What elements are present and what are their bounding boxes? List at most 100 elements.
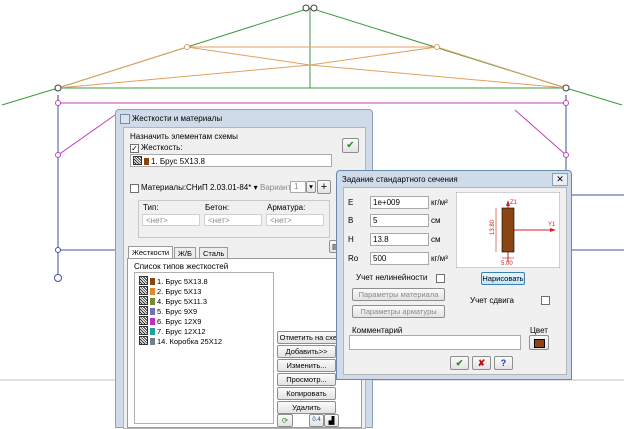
- hatch-icon: [139, 296, 148, 305]
- dialog-titlebar[interactable]: Жесткости и материалы: [116, 110, 372, 126]
- H-input[interactable]: 13.8: [370, 233, 429, 246]
- edit-button[interactable]: Изменить...: [277, 359, 336, 372]
- B-label: B: [348, 216, 354, 225]
- y-axis-label: Y1: [548, 222, 556, 228]
- Ro-unit: кг/м³: [431, 254, 448, 263]
- list-item-label: 2. Брус 5Х13: [157, 287, 202, 296]
- refresh-icon[interactable]: ⟳: [277, 414, 293, 427]
- shear-checkbox[interactable]: [541, 296, 550, 305]
- stiffness-checkbox[interactable]: ✓: [130, 144, 139, 153]
- list-item[interactable]: 6. Брус 12Х9: [139, 316, 201, 326]
- add-material-button[interactable]: +: [317, 180, 331, 194]
- list-item-label: 1. Брус 5Х13.8: [157, 277, 208, 286]
- B-unit: см: [431, 216, 441, 225]
- H-label: H: [348, 235, 354, 244]
- list-item[interactable]: 2. Брус 5Х13: [139, 286, 201, 296]
- color-swatch: [150, 298, 155, 305]
- col-rebar: Арматура:: [267, 203, 306, 212]
- chart-icon[interactable]: ▟: [324, 414, 339, 427]
- stiffness-materials-dialog: Жесткости и материалы Назначить элемента…: [115, 109, 373, 429]
- list-item[interactable]: 1. Брус 5Х13.8: [139, 276, 208, 286]
- snip-select[interactable]: СНиП 2.03.01-84* ▾: [186, 183, 258, 192]
- brace-upper: [57, 46, 567, 89]
- copy-button[interactable]: Копировать: [277, 387, 336, 400]
- H-unit: см: [431, 235, 441, 244]
- brace-right-diag: [309, 46, 438, 66]
- color-swatch: [150, 338, 155, 345]
- comment-input[interactable]: [349, 335, 521, 350]
- list-item-label: 7. Брус 12Х12: [157, 327, 206, 336]
- concrete-field[interactable]: <нет>: [204, 214, 262, 226]
- B-input[interactable]: 5: [370, 214, 429, 227]
- brace-left-diag: [186, 46, 311, 66]
- variant-label: Вариант: [260, 183, 292, 192]
- delete-button[interactable]: Удалить: [277, 401, 336, 414]
- standard-section-dialog: Задание стандартного сечения ✕ E 1e+009 …: [336, 170, 572, 380]
- hatch-icon: [139, 336, 148, 345]
- section-preview: Z1 Y1 13.80 5.00: [456, 192, 560, 268]
- width-dim: 5.00: [501, 261, 513, 267]
- list-title: Список типов жесткостей: [134, 262, 229, 271]
- zoom-icon[interactable]: 0.4: [309, 414, 324, 427]
- apply-button[interactable]: ✔: [342, 138, 359, 153]
- hatch-icon: [139, 306, 148, 315]
- height-dim: 13.80: [490, 219, 496, 235]
- Ro-label: Ro: [348, 254, 359, 263]
- list-item[interactable]: 4. Брус 5Х11.3: [139, 296, 207, 306]
- material-params-button[interactable]: Параметры материала: [352, 288, 445, 301]
- hatch-icon: [139, 316, 148, 325]
- add-button[interactable]: Добавить>>: [277, 345, 336, 358]
- hatch-icon: [139, 326, 148, 335]
- col-type: Тип:: [143, 203, 159, 212]
- color-swatch: [150, 308, 155, 315]
- Ro-input[interactable]: 500: [370, 252, 429, 265]
- list-item-label: 14. Коробка 25Х12: [157, 337, 223, 346]
- color-swatch: [150, 288, 155, 295]
- variant-field[interactable]: 1: [290, 181, 306, 193]
- rebar-field[interactable]: <нет>: [266, 214, 324, 226]
- comment-label: Комментарий: [352, 326, 403, 335]
- color-label: Цвет: [530, 326, 548, 335]
- dialog-body: Назначить элементам схемы ✔ ✓ Жесткость:…: [123, 127, 366, 429]
- z-axis-label: Z1: [510, 200, 518, 206]
- section-dialog-title: Задание стандартного сечения: [342, 175, 458, 184]
- materials-checkbox-label: Материалы:: [141, 183, 187, 192]
- stiffness-list[interactable]: 1. Брус 5Х13.8 2. Брус 5Х13 4. Брус 5Х11.3…: [134, 272, 274, 424]
- view-button[interactable]: Просмотр...: [277, 373, 336, 386]
- tab-panel: Список типов жесткостей 1. Брус 5Х13.8 2.…: [127, 258, 362, 428]
- variant-dropdown[interactable]: ▾: [306, 181, 316, 193]
- col-concrete: Бетон:: [205, 203, 230, 212]
- hatch-icon: [139, 276, 148, 285]
- list-item[interactable]: 14. Коробка 25Х12: [139, 336, 222, 346]
- list-item-label: 6. Брус 12Х9: [157, 317, 202, 326]
- stiffness-field[interactable]: 1. Брус 5Х13.8: [130, 154, 332, 167]
- rebar-params-button[interactable]: Параметры арматуры: [352, 305, 445, 318]
- nonlinear-checkbox[interactable]: [436, 274, 445, 283]
- list-item[interactable]: 5. Брус 9Х9: [139, 306, 197, 316]
- materials-checkbox[interactable]: [130, 184, 139, 193]
- color-swatch: [150, 318, 155, 325]
- stiffness-value: 1. Брус 5Х13.8: [151, 157, 205, 166]
- draw-button[interactable]: Нарисовать: [481, 272, 525, 285]
- ok-icon[interactable]: ✔: [450, 356, 469, 370]
- E-label: E: [348, 198, 354, 207]
- materials-table: Тип: Бетон: Арматура: <нет> <нет> <нет>: [138, 200, 330, 238]
- color-button[interactable]: [529, 335, 549, 350]
- window-icon: [120, 114, 130, 124]
- cancel-icon[interactable]: ✘: [472, 356, 491, 370]
- section-dialog-body: E 1e+009 кг/м² B 5 см H 13.8 см Ro 500 к…: [343, 187, 567, 375]
- nonlinear-label: Учет нелинейности: [356, 273, 428, 282]
- dialog-title: Жесткости и материалы: [132, 114, 223, 123]
- close-icon[interactable]: ✕: [552, 173, 568, 186]
- E-input[interactable]: 1e+009: [370, 196, 429, 209]
- shear-label: Учет сдвига: [470, 296, 514, 305]
- assign-label: Назначить элементам схемы: [130, 132, 238, 141]
- help-icon[interactable]: ?: [494, 356, 513, 370]
- type-field[interactable]: <нет>: [142, 214, 200, 226]
- list-item[interactable]: 7. Брус 12Х12: [139, 326, 206, 336]
- roof-top-chord: [1, 7, 623, 106]
- stiffness-checkbox-label: Жесткость:: [141, 143, 183, 152]
- color-swatch: [150, 278, 155, 285]
- section-rect: [501, 207, 515, 253]
- list-item-label: 4. Брус 5Х11.3: [157, 297, 208, 306]
